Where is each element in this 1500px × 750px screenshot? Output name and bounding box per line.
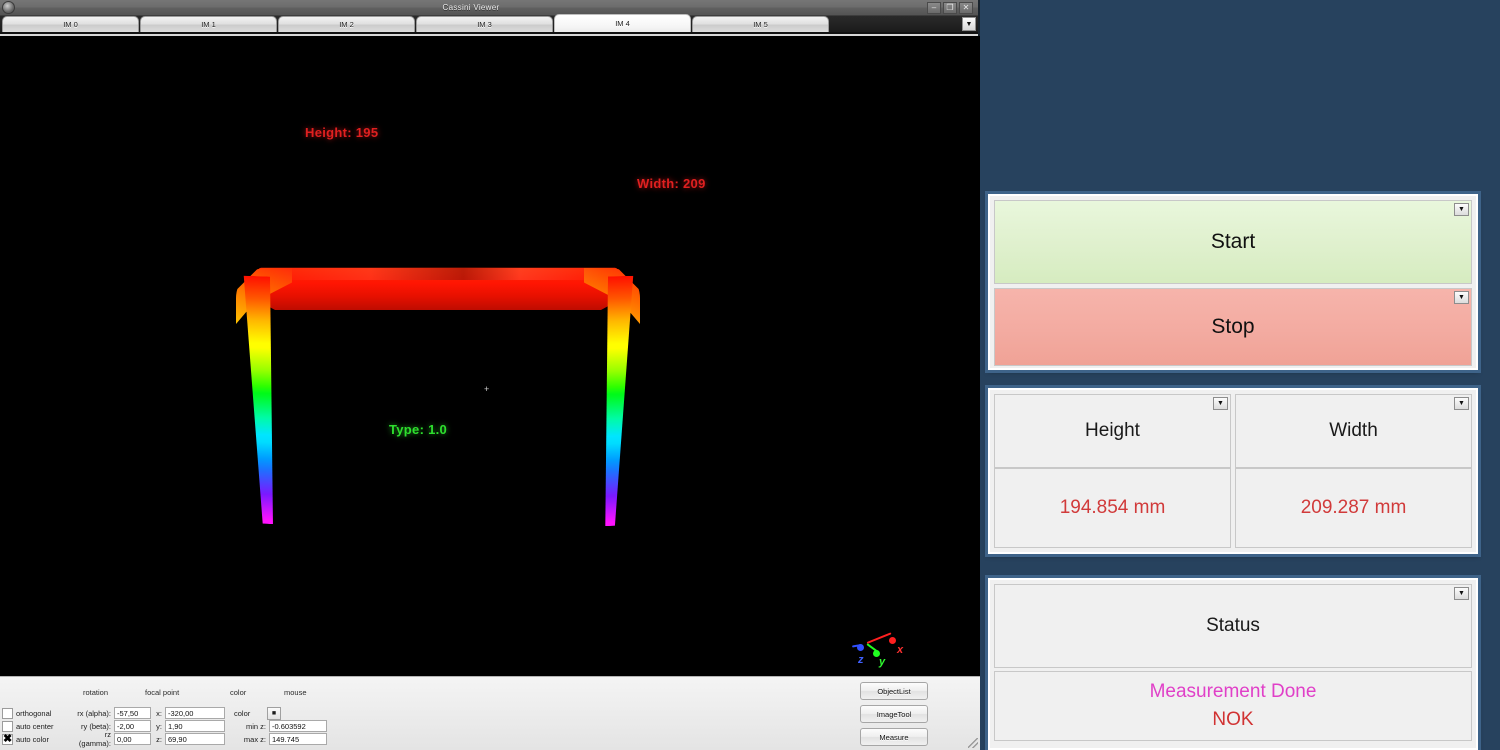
focal-y-label: y: bbox=[156, 721, 162, 731]
window-titlebar: Cassini Viewer – ❐ ✕ bbox=[0, 0, 978, 16]
width-column: Width ▼ 209.287 mm bbox=[1235, 394, 1472, 548]
app-logo-icon bbox=[2, 1, 15, 14]
close-icon[interactable]: ✕ bbox=[959, 1, 973, 14]
viewer-control-strip: rotation focal point color mouse orthogo… bbox=[0, 676, 980, 750]
orthogonal-label: orthogonal bbox=[16, 708, 52, 718]
start-options-chevron-down-icon[interactable]: ▼ bbox=[1454, 203, 1469, 216]
overlay-width-label: Width: 209 bbox=[637, 176, 706, 191]
max-z-field[interactable]: 149.745 bbox=[269, 733, 327, 745]
tab-im-5[interactable]: IM 5 bbox=[692, 16, 829, 32]
tab-im-0[interactable]: IM 0 bbox=[2, 16, 139, 32]
focal-z-field[interactable]: 69,90 bbox=[165, 733, 225, 745]
tab-im-3[interactable]: IM 3 bbox=[416, 16, 553, 32]
color-mode-label: color bbox=[234, 708, 251, 718]
auto-center-label: auto center bbox=[16, 721, 54, 731]
image-tabstrip: IM 0 IM 1 IM 2 IM 3 IM 4 IM 5 ▼ bbox=[0, 14, 978, 34]
axis-z-label: z bbox=[858, 654, 864, 666]
status-body: Measurement Done NOK bbox=[994, 671, 1472, 741]
maximize-icon[interactable]: ❐ bbox=[943, 1, 957, 14]
hmi-panel: Start ▼ Stop ▼ Height ▼ 194.854 mm Width… bbox=[982, 0, 1500, 750]
start-button-label: Start bbox=[1210, 230, 1256, 253]
auto-center-checkbox[interactable] bbox=[2, 720, 13, 732]
tab-im-4[interactable]: IM 4 bbox=[554, 14, 691, 32]
focal-x-label: x: bbox=[156, 708, 162, 718]
cassini-viewer-window: Cassini Viewer – ❐ ✕ IM 0 IM 1 IM 2 IM 3… bbox=[0, 0, 980, 750]
part-top-texture bbox=[272, 268, 602, 280]
rz-label: rz (gamma): bbox=[78, 730, 111, 748]
height-options-chevron-down-icon[interactable]: ▼ bbox=[1213, 397, 1228, 410]
min-z-field[interactable]: -0.603592 bbox=[269, 720, 327, 732]
status-group: Status ▼ Measurement Done NOK bbox=[985, 575, 1481, 750]
color-mode-dropdown[interactable]: ■ bbox=[267, 706, 281, 720]
machine-controls-group: Start ▼ Stop ▼ bbox=[985, 191, 1481, 373]
ry-field[interactable]: -2,00 bbox=[114, 720, 151, 732]
height-value: 194.854 mm bbox=[994, 468, 1231, 548]
width-options-chevron-down-icon[interactable]: ▼ bbox=[1454, 397, 1469, 410]
axis-y-label: y bbox=[879, 656, 886, 668]
max-z-label: max z: bbox=[243, 734, 266, 744]
focal-x-field[interactable]: -320,00 bbox=[165, 707, 225, 719]
height-column: Height ▼ 194.854 mm bbox=[994, 394, 1231, 548]
axis-x-label: x bbox=[897, 644, 904, 656]
orthogonal-checkbox[interactable] bbox=[2, 707, 13, 719]
width-value: 209.287 mm bbox=[1235, 468, 1472, 548]
stop-options-chevron-down-icon[interactable]: ▼ bbox=[1454, 291, 1469, 304]
mouse-header: mouse bbox=[284, 688, 307, 697]
axis-x-line-icon bbox=[866, 632, 892, 644]
rx-field[interactable]: -57,50 bbox=[114, 707, 151, 719]
focal-y-field[interactable]: 1,90 bbox=[165, 720, 225, 732]
axis-orientation-gizmo: x y z bbox=[851, 624, 911, 676]
overlay-height-label: Height: 195 bbox=[305, 125, 379, 140]
rx-label: rx (alpha): bbox=[77, 708, 111, 718]
window-controls: – ❐ ✕ bbox=[927, 1, 975, 14]
axis-z-dot-icon bbox=[857, 644, 864, 651]
window-resize-grip[interactable] bbox=[968, 738, 978, 748]
auto-color-checkbox[interactable] bbox=[2, 733, 13, 745]
start-button[interactable]: Start ▼ bbox=[994, 200, 1472, 284]
status-header[interactable]: Status ▼ bbox=[994, 584, 1472, 668]
window-title: Cassini Viewer bbox=[442, 3, 500, 12]
status-options-chevron-down-icon[interactable]: ▼ bbox=[1454, 587, 1469, 600]
min-z-label: min z: bbox=[245, 721, 266, 731]
status-result-badge: NOK bbox=[1212, 709, 1254, 730]
stop-button-label: Stop bbox=[1211, 315, 1255, 338]
image-tool-button[interactable]: ImageTool bbox=[860, 705, 928, 723]
tab-im-2[interactable]: IM 2 bbox=[278, 16, 415, 32]
3d-viewport[interactable]: Height: 195 Width: 209 Type: 1.0 + x y z bbox=[0, 36, 980, 676]
rotation-header: rotation bbox=[83, 688, 109, 697]
status-message: Measurement Done bbox=[1149, 681, 1317, 702]
scanned-part-pointcloud bbox=[232, 242, 642, 527]
app-root: Cassini Viewer – ❐ ✕ IM 0 IM 1 IM 2 IM 3… bbox=[0, 0, 1500, 750]
measurement-row: Height ▼ 194.854 mm Width ▼ 209.287 mm bbox=[994, 394, 1472, 548]
overlay-type-label: Type: 1.0 bbox=[389, 422, 448, 437]
auto-color-label: auto color bbox=[16, 734, 49, 744]
measure-button[interactable]: Measure bbox=[860, 728, 928, 746]
color-header: color bbox=[230, 688, 247, 697]
object-list-button[interactable]: ObjectList bbox=[860, 682, 928, 700]
focal-point-crosshair-icon: + bbox=[484, 384, 490, 394]
tab-im-1[interactable]: IM 1 bbox=[140, 16, 277, 32]
status-header-label: Status bbox=[1206, 615, 1260, 636]
tab-overflow-chevron-down-icon[interactable]: ▼ bbox=[962, 17, 976, 31]
axis-x-dot-icon bbox=[889, 637, 896, 644]
height-header-label: Height bbox=[1085, 420, 1140, 441]
measurement-results-group: Height ▼ 194.854 mm Width ▼ 209.287 mm bbox=[985, 385, 1481, 557]
focal-z-label: z: bbox=[156, 734, 162, 744]
width-header-label: Width bbox=[1329, 420, 1378, 441]
stop-button[interactable]: Stop ▼ bbox=[994, 288, 1472, 366]
width-header[interactable]: Width ▼ bbox=[1235, 394, 1472, 468]
focal-point-header: focal point bbox=[145, 688, 180, 697]
rz-field[interactable]: 0,00 bbox=[114, 733, 151, 745]
height-header[interactable]: Height ▼ bbox=[994, 394, 1231, 468]
minimize-icon[interactable]: – bbox=[927, 1, 941, 14]
